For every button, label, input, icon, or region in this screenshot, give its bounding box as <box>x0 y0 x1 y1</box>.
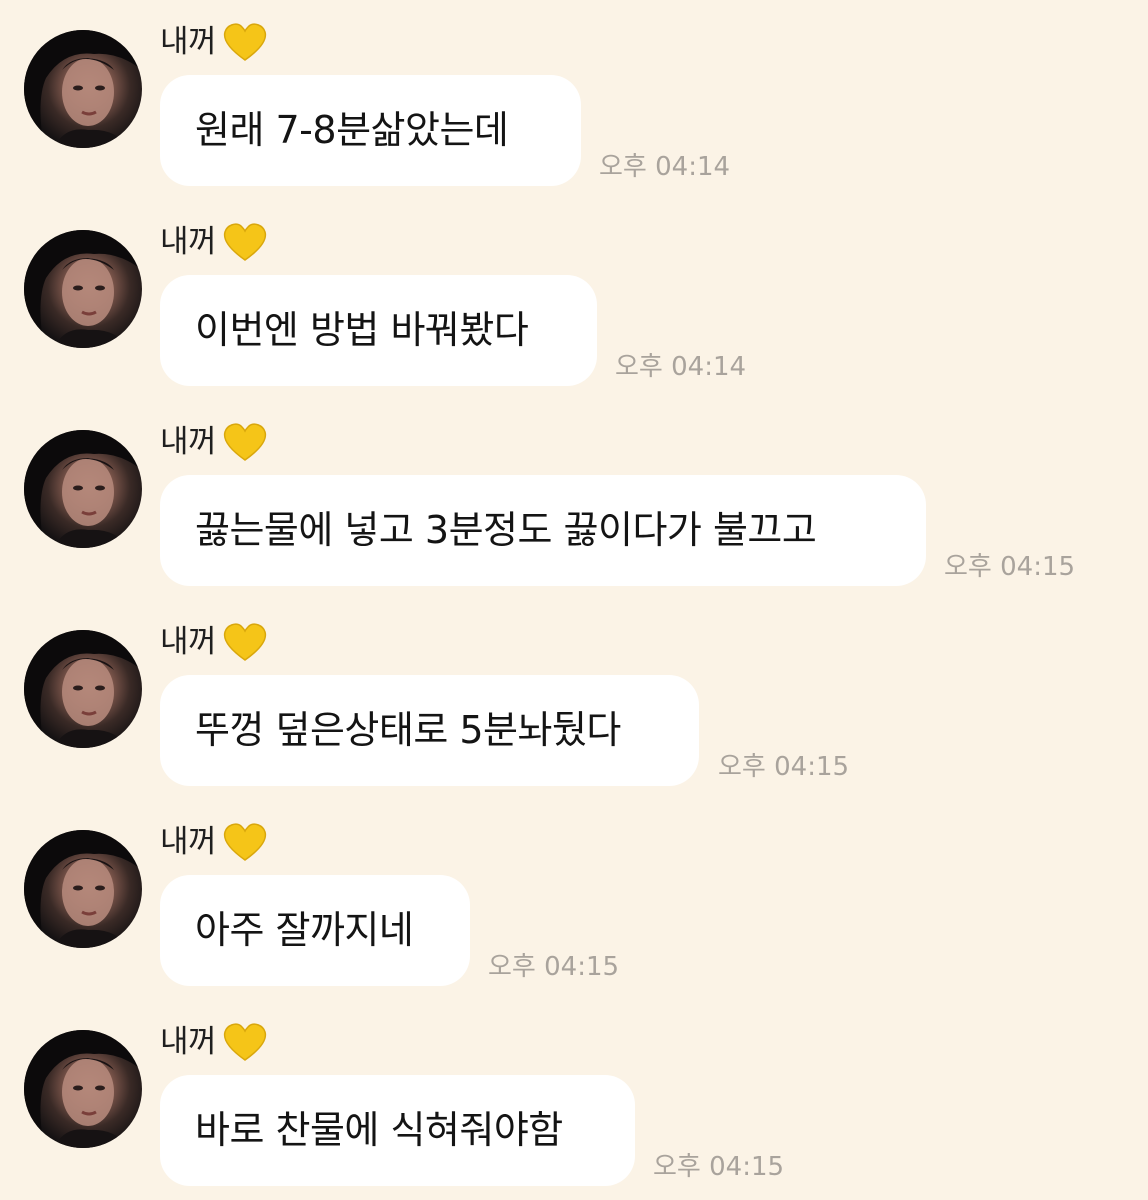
message-row: 내꺼 끓는물에 넣고 3분정도 끓이다가 불끄고 오후 04:15 <box>0 400 1148 600</box>
message-text: 끓는물에 넣고 3분정도 끓이다가 불끄고 <box>195 508 817 552</box>
message-bubble[interactable]: 이번엔 방법 바꿔봤다 <box>160 275 597 386</box>
message-bubble[interactable]: 아주 잘까지네 <box>160 875 470 986</box>
message-text: 원래 7-8분삶았는데 <box>195 108 509 152</box>
avatar[interactable] <box>24 1030 142 1148</box>
message-timestamp: 오후 04:14 <box>599 152 731 182</box>
avatar[interactable] <box>24 230 142 348</box>
message-timestamp: 오후 04:15 <box>718 752 850 782</box>
message-row: 내꺼 뚜껑 덮은상태로 5분놔뒀다 오후 04:15 <box>0 600 1148 800</box>
sender-name: 내꺼 <box>160 1024 217 1060</box>
chat-message-list: 내꺼 원래 7-8분삶았는데 오후 04:14 내꺼 이번엔 방법 바꿔봤다 오… <box>0 0 1148 1200</box>
avatar[interactable] <box>24 430 142 548</box>
sender-name: 내꺼 <box>160 224 217 260</box>
yellow-heart-icon <box>223 823 267 861</box>
message-row: 내꺼 원래 7-8분삶았는데 오후 04:14 <box>0 0 1148 200</box>
yellow-heart-icon <box>223 23 267 61</box>
message-bubble[interactable]: 원래 7-8분삶았는데 <box>160 75 581 186</box>
yellow-heart-icon <box>223 423 267 461</box>
avatar[interactable] <box>24 830 142 948</box>
message-row: 내꺼 바로 찬물에 식혀줘야함 오후 04:15 <box>0 1000 1148 1200</box>
message-bubble[interactable]: 바로 찬물에 식혀줘야함 <box>160 1075 635 1186</box>
sender-name: 내꺼 <box>160 24 217 60</box>
message-text: 뚜껑 덮은상태로 5분놔뒀다 <box>195 708 621 752</box>
message-timestamp: 오후 04:15 <box>488 952 620 982</box>
message-row: 내꺼 아주 잘까지네 오후 04:15 <box>0 800 1148 1000</box>
message-bubble[interactable]: 뚜껑 덮은상태로 5분놔뒀다 <box>160 675 699 786</box>
yellow-heart-icon <box>223 623 267 661</box>
message-row: 내꺼 이번엔 방법 바꿔봤다 오후 04:14 <box>0 200 1148 400</box>
message-text: 이번엔 방법 바꿔봤다 <box>195 308 529 352</box>
message-bubble[interactable]: 끓는물에 넣고 3분정도 끓이다가 불끄고 <box>160 475 926 586</box>
sender-name: 내꺼 <box>160 824 217 860</box>
avatar[interactable] <box>24 30 142 148</box>
message-timestamp: 오후 04:14 <box>615 352 747 382</box>
sender-name: 내꺼 <box>160 424 217 460</box>
message-timestamp: 오후 04:15 <box>653 1152 785 1182</box>
yellow-heart-icon <box>223 1023 267 1061</box>
message-text: 바로 찬물에 식혀줘야함 <box>195 1108 563 1152</box>
avatar[interactable] <box>24 630 142 748</box>
yellow-heart-icon <box>223 223 267 261</box>
message-timestamp: 오후 04:15 <box>944 552 1076 582</box>
sender-name: 내꺼 <box>160 624 217 660</box>
message-text: 아주 잘까지네 <box>195 908 414 952</box>
